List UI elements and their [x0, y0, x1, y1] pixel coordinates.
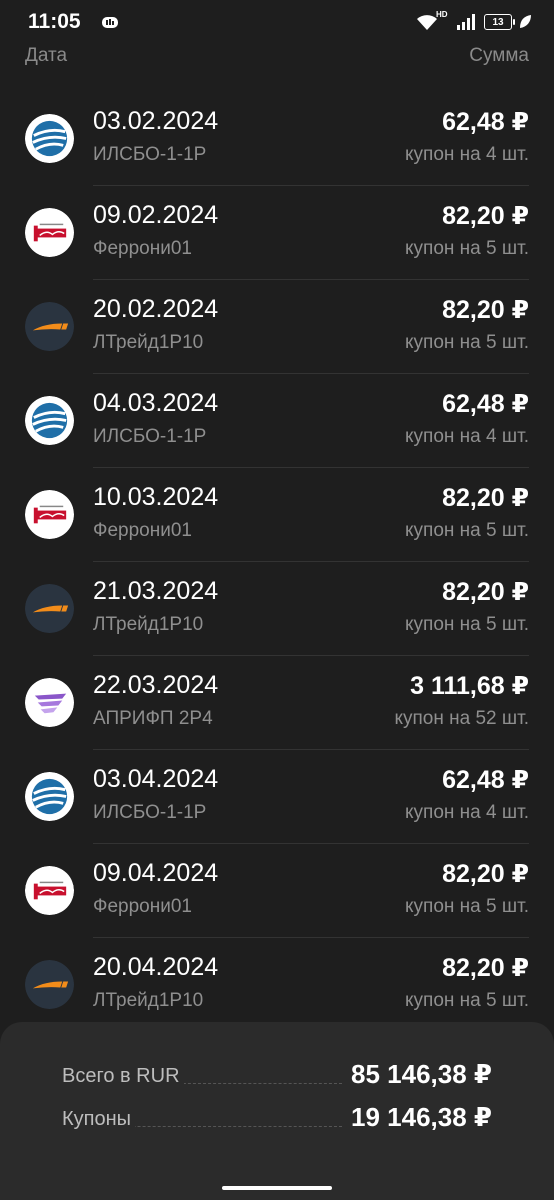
payment-date: 04.03.2024 — [93, 389, 219, 417]
status-icons: HD 13 — [416, 10, 532, 34]
column-date-label: Дата — [25, 45, 68, 66]
wifi-icon: HD — [416, 10, 450, 32]
bond-name: ЛТрейд1Р10 — [93, 990, 204, 1011]
payment-row[interactable]: 20.04.2024 ЛТрейд1Р10 82,20 ₽ купон на 5… — [0, 938, 554, 1032]
coupon-quantity: купон на 5 шт. — [405, 520, 529, 541]
total-value: 85 146,38 ₽ — [347, 1059, 492, 1090]
coupon-quantity: купон на 4 шт. — [405, 802, 529, 823]
payment-row[interactable]: 09.04.2024 Феррони01 82,20 ₽ купон на 5 … — [0, 844, 554, 938]
coupon-quantity: купон на 4 шт. — [405, 426, 529, 447]
app-notification-icon — [102, 17, 118, 28]
coupons-label: Купоны — [62, 1108, 136, 1131]
ltrade-logo-icon — [25, 584, 74, 633]
bond-name: ИЛСБО-1-1Р — [93, 144, 207, 165]
payment-date: 03.02.2024 — [93, 107, 219, 135]
coupon-quantity: купон на 5 шт. — [405, 896, 529, 917]
payments-list: 03.02.2024 ИЛСБО-1-1Р 62,48 ₽ купон на 4… — [0, 92, 554, 1032]
summary-panel: Всего в RUR 85 146,38 ₽ Купоны 19 146,38… — [0, 1022, 554, 1200]
ferroni-logo-icon — [25, 490, 74, 539]
payment-row[interactable]: 22.03.2024 АПРИФП 2Р4 3 111,68 ₽ купон н… — [0, 656, 554, 750]
bond-name: ИЛСБО-1-1Р — [93, 426, 207, 447]
bond-name: Феррони01 — [93, 238, 192, 259]
battery-icon: 13 — [484, 14, 515, 30]
payment-amount: 82,20 ₽ — [442, 578, 529, 606]
payment-date: 20.02.2024 — [93, 295, 219, 323]
ilsbo-logo-icon — [25, 772, 74, 821]
signal-icon — [457, 14, 475, 30]
payment-amount: 62,48 ₽ — [442, 108, 529, 136]
bond-name: ИЛСБО-1-1Р — [93, 802, 207, 823]
payment-date: 09.04.2024 — [93, 859, 219, 887]
hd-label: HD — [436, 10, 448, 19]
payment-row[interactable]: 21.03.2024 ЛТрейд1Р10 82,20 ₽ купон на 5… — [0, 562, 554, 656]
payment-row[interactable]: 03.04.2024 ИЛСБО-1-1Р 62,48 ₽ купон на 4… — [0, 750, 554, 844]
payment-amount: 62,48 ₽ — [442, 766, 529, 794]
ltrade-logo-icon — [25, 960, 74, 1009]
bond-name: ЛТрейд1Р10 — [93, 332, 204, 353]
payment-date: 22.03.2024 — [93, 671, 219, 699]
payment-row[interactable]: 09.02.2024 Феррони01 82,20 ₽ купон на 5 … — [0, 186, 554, 280]
payment-amount: 62,48 ₽ — [442, 390, 529, 418]
battery-level: 13 — [492, 16, 504, 28]
column-sum-label: Сумма — [469, 45, 529, 66]
coupon-quantity: купон на 5 шт. — [405, 332, 529, 353]
total-label: Всего в RUR — [62, 1065, 184, 1088]
payment-amount: 82,20 ₽ — [442, 202, 529, 230]
bond-name: АПРИФП 2Р4 — [93, 708, 213, 729]
coupon-quantity: купон на 4 шт. — [405, 144, 529, 165]
coupon-quantity: купон на 52 шт. — [394, 708, 529, 729]
ferroni-logo-icon — [25, 208, 74, 257]
payment-row[interactable]: 04.03.2024 ИЛСБО-1-1Р 62,48 ₽ купон на 4… — [0, 374, 554, 468]
payment-date: 21.03.2024 — [93, 577, 219, 605]
payment-row[interactable]: 10.03.2024 Феррони01 82,20 ₽ купон на 5 … — [0, 468, 554, 562]
aprifp-logo-icon — [25, 678, 74, 727]
payment-row[interactable]: 20.02.2024 ЛТрейд1Р10 82,20 ₽ купон на 5… — [0, 280, 554, 374]
payment-amount: 82,20 ₽ — [442, 860, 529, 888]
payment-date: 20.04.2024 — [93, 953, 219, 981]
leaf-icon — [520, 15, 531, 28]
coupon-quantity: купон на 5 шт. — [405, 614, 529, 635]
coupon-quantity: купон на 5 шт. — [405, 990, 529, 1011]
total-row: Всего в RUR 85 146,38 ₽ — [62, 1058, 492, 1092]
status-time: 11:05 — [28, 10, 81, 33]
payment-date: 09.02.2024 — [93, 201, 219, 229]
payment-amount: 3 111,68 ₽ — [410, 672, 529, 700]
home-indicator[interactable] — [222, 1186, 332, 1190]
bond-name: Феррони01 — [93, 520, 192, 541]
coupons-value: 19 146,38 ₽ — [347, 1102, 492, 1133]
payment-amount: 82,20 ₽ — [442, 954, 529, 982]
bond-name: ЛТрейд1Р10 — [93, 614, 204, 635]
payment-date: 03.04.2024 — [93, 765, 219, 793]
payment-amount: 82,20 ₽ — [442, 484, 529, 512]
status-bar: 11:05 HD 13 — [0, 0, 554, 44]
payment-row[interactable]: 03.02.2024 ИЛСБО-1-1Р 62,48 ₽ купон на 4… — [0, 92, 554, 186]
payment-date: 10.03.2024 — [93, 483, 219, 511]
ltrade-logo-icon — [25, 302, 74, 351]
coupon-quantity: купон на 5 шт. — [405, 238, 529, 259]
ferroni-logo-icon — [25, 866, 74, 915]
ilsbo-logo-icon — [25, 396, 74, 445]
ilsbo-logo-icon — [25, 114, 74, 163]
bond-name: Феррони01 — [93, 896, 192, 917]
payment-amount: 82,20 ₽ — [442, 296, 529, 324]
column-header: Дата Сумма — [0, 44, 554, 74]
coupons-row: Купоны 19 146,38 ₽ — [62, 1101, 492, 1135]
